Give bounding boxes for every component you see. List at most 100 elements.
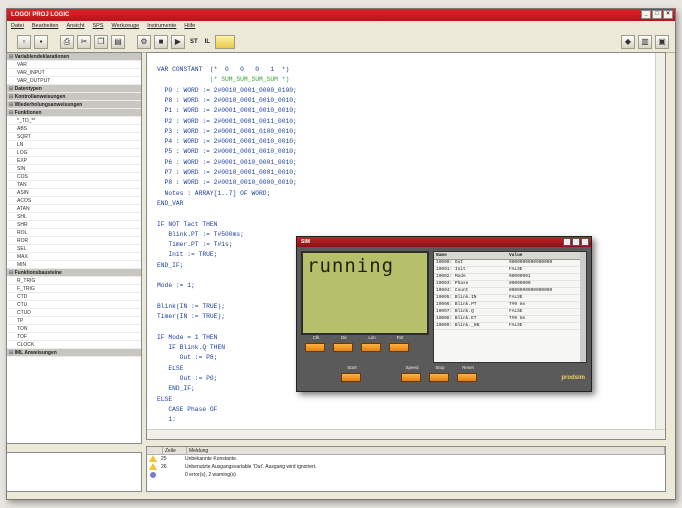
menu-ansicht[interactable]: Ansicht (66, 21, 84, 31)
input-button[interactable] (333, 343, 353, 352)
control-button[interactable] (457, 373, 477, 382)
tree-item[interactable]: CTD (7, 293, 141, 301)
st-button[interactable]: ST (188, 39, 200, 45)
simulator-close-button[interactable] (581, 238, 589, 246)
message-row[interactable]: 25 Unbekannte Konstante. (147, 455, 665, 463)
message-row[interactable]: 0 error(s), 2 warning(s) (147, 471, 665, 479)
tree-item[interactable]: SHR (7, 221, 141, 229)
variable-row[interactable]: 10004: Count 0000000000000000 (434, 287, 580, 295)
menu-sps[interactable]: SPS (93, 21, 104, 31)
variable-row[interactable]: 10009: Blink._HB FALSE (434, 322, 580, 330)
variable-row[interactable]: 10001: Init FALSE (434, 266, 580, 274)
message-text: Unbenutzte Ausgangsvariable 'Out'. Ausga… (185, 464, 317, 470)
variable-row[interactable]: 10000: Out 0000000000000000 (434, 259, 580, 267)
menu-bearbeiten[interactable]: Bearbeiten (32, 21, 59, 31)
input-button[interactable] (389, 343, 409, 352)
editor-vertical-scrollbar[interactable] (655, 53, 665, 439)
simulator-minimize-button[interactable] (563, 238, 571, 246)
il-button[interactable]: IL (203, 39, 212, 45)
control-button[interactable] (429, 373, 449, 382)
simulator-maximize-button[interactable] (572, 238, 580, 246)
gear-icon[interactable]: ⚙ (137, 34, 151, 49)
menu-datei[interactable]: Datei (11, 21, 24, 31)
var-header-name[interactable]: Name (434, 252, 507, 260)
tree-group[interactable]: Funktionsbausteine (7, 269, 141, 277)
paste-icon[interactable]: ▤ (111, 34, 125, 49)
new-icon[interactable]: ▫ (17, 34, 31, 49)
warning-icon (149, 455, 157, 462)
tree-item[interactable]: R_TRIG (7, 277, 141, 285)
tree-item[interactable]: TAN (7, 181, 141, 189)
maximize-button[interactable]: □ (652, 10, 662, 19)
tree-item[interactable]: VAR_OUTPUT (7, 77, 141, 85)
tree-item[interactable]: ASIN (7, 189, 141, 197)
input-button[interactable] (361, 343, 381, 352)
tree-item[interactable]: VAR_INPUT (7, 69, 141, 77)
tree-item[interactable]: *_TO_** (7, 117, 141, 125)
tree-item[interactable]: EXP (7, 157, 141, 165)
tree-item[interactable]: MAX (7, 253, 141, 261)
tree-item[interactable]: ROR (7, 237, 141, 245)
tree-group[interactable]: Funktionen (7, 109, 141, 117)
tree-item[interactable]: SEL (7, 245, 141, 253)
tree-group[interactable]: Datentypen (7, 85, 141, 93)
tree-group[interactable]: Variablendeklarationen (7, 53, 141, 61)
tree-item[interactable]: CTUD (7, 309, 141, 317)
window-icon[interactable]: ▣ (655, 35, 669, 49)
variable-row[interactable]: 10005: Blink.IN FALSE (434, 294, 580, 302)
tree-item[interactable]: TP (7, 317, 141, 325)
tree-item[interactable]: MIN (7, 261, 141, 269)
tree-item[interactable]: ACOS (7, 197, 141, 205)
menu-hilfe[interactable]: Hilfe (184, 21, 195, 31)
tree-item[interactable]: SIN (7, 165, 141, 173)
tree-item[interactable]: LN (7, 141, 141, 149)
variable-row[interactable]: 10003: Phase 00000000 (434, 280, 580, 288)
tree-item[interactable]: TON (7, 325, 141, 333)
copy-icon[interactable]: ❐ (94, 34, 108, 49)
message-row[interactable]: 26 Unbenutzte Ausgangsvariable 'Out'. Aus… (147, 463, 665, 471)
message-col-line[interactable]: Zeile (163, 447, 187, 454)
variable-row[interactable]: 10006: Blink.PT T#0 ms (434, 301, 580, 309)
variable-row[interactable]: 10008: Blink.ET T#0 ms (434, 315, 580, 323)
tree-group[interactable]: Kontrollanweisungen (7, 93, 141, 101)
tree-item[interactable]: SQRT (7, 133, 141, 141)
menu-instrumente[interactable]: Instrumente (147, 21, 176, 31)
variable-table-scrollbar[interactable] (580, 252, 586, 362)
variable-value: T#0 ms (507, 315, 580, 323)
warning-icon (149, 463, 157, 470)
variable-row[interactable]: 10002: Mode 00000001 (434, 273, 580, 281)
highlight-icon[interactable] (215, 34, 236, 49)
control-button[interactable] (341, 373, 361, 382)
tree-item[interactable]: ROL (7, 229, 141, 237)
code-line: P3 : WORD := 2#0001_0001_0100_0010; (157, 127, 297, 135)
control-button[interactable] (401, 373, 421, 382)
cut-icon[interactable]: ✂ (77, 34, 91, 49)
layout-icon[interactable]: ▥ (638, 35, 652, 49)
stop-icon[interactable]: ■ (154, 34, 168, 49)
var-header-value[interactable]: Value (507, 252, 580, 260)
tree-group[interactable]: Wiederholungsanweisungen (7, 101, 141, 109)
tree-item[interactable]: F_TRIG (7, 285, 141, 293)
tree-item[interactable]: CTU (7, 301, 141, 309)
editor-horizontal-scrollbar[interactable] (147, 429, 665, 439)
play-icon[interactable]: ▶ (171, 34, 185, 49)
menu-werkzeuge[interactable]: Werkzeuge (112, 21, 140, 31)
settings-icon[interactable]: ◆ (621, 35, 635, 49)
message-col-text[interactable]: Meldung (187, 447, 665, 454)
input-button[interactable] (305, 343, 325, 352)
tree-item[interactable]: LOG (7, 149, 141, 157)
tree-item[interactable]: SHL (7, 213, 141, 221)
tree-item[interactable]: ATAN (7, 205, 141, 213)
message-text: 0 error(s), 2 warning(s) (185, 472, 236, 478)
tree-item[interactable]: TOF (7, 333, 141, 341)
print-icon[interactable]: ⎙ (60, 34, 74, 49)
tree-item[interactable]: COS (7, 173, 141, 181)
save-icon[interactable]: ▪ (34, 34, 48, 49)
minimize-button[interactable]: _ (641, 10, 651, 19)
variable-row[interactable]: 10007: Blink.Q FALSE (434, 308, 580, 316)
tree-item[interactable]: VAR (7, 61, 141, 69)
tree-item[interactable]: ABS (7, 125, 141, 133)
close-button[interactable]: × (663, 10, 673, 19)
tree-item[interactable]: CLOCK (7, 341, 141, 349)
tree-group[interactable]: IML Anweisungen (7, 349, 141, 357)
